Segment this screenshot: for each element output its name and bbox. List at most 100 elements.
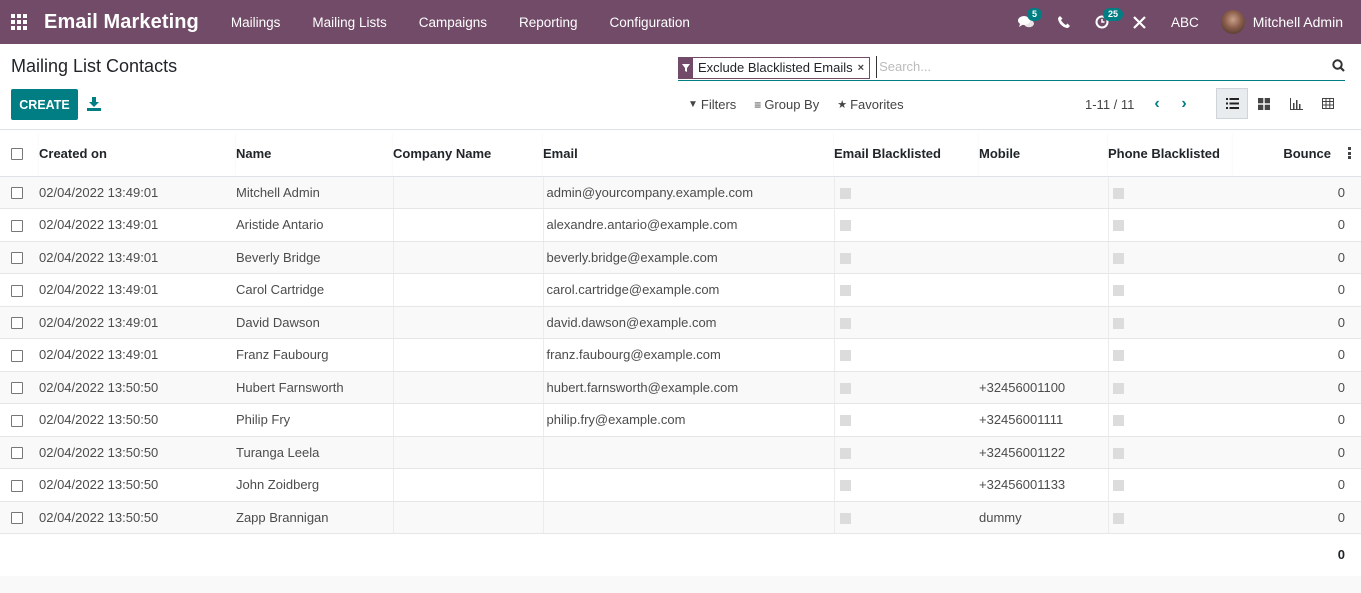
phone-button[interactable] <box>1045 0 1083 44</box>
kanban-view-button[interactable] <box>1248 88 1280 119</box>
column-name[interactable]: Name <box>236 131 393 177</box>
search-input[interactable] <box>876 55 1345 78</box>
table-row[interactable]: 02/04/2022 13:49:01 David Dawson david.daw… <box>0 306 1361 339</box>
menu-mailing-lists[interactable]: Mailing Lists <box>296 15 402 30</box>
cell-email <box>542 501 834 534</box>
cell-company-name <box>392 468 543 502</box>
chevron-left-icon: ‹ <box>1154 95 1160 112</box>
table-row[interactable]: 02/04/2022 13:49:01 Beverly Bridge beverly… <box>0 241 1361 274</box>
messages-badge: 5 <box>1026 8 1042 21</box>
apps-grid-icon[interactable] <box>11 13 29 31</box>
cell-name: Hubert Farnsworth <box>236 371 393 404</box>
table-row[interactable]: 02/04/2022 13:50:50 John Zoidberg +3245600… <box>0 468 1361 502</box>
star-icon: ★ <box>837 99 848 111</box>
cell-name: David Dawson <box>236 306 393 339</box>
email-blacklisted-checkbox <box>839 415 851 427</box>
phone-blacklisted-checkbox <box>1112 382 1124 394</box>
list-view-button[interactable] <box>1216 88 1248 119</box>
cell-company-name <box>392 436 543 469</box>
search-icon[interactable] <box>1332 59 1345 72</box>
row-checkbox[interactable] <box>11 382 23 395</box>
menu-configuration[interactable]: Configuration <box>594 15 706 30</box>
email-blacklisted-checkbox <box>839 220 851 232</box>
column-phone-blacklisted[interactable]: Phone Blacklisted <box>1108 131 1233 177</box>
cell-email: beverly.bridge@example.com <box>542 241 834 274</box>
menu-campaigns[interactable]: Campaigns <box>403 15 503 30</box>
cell-bounce: 0 <box>1233 436 1361 469</box>
email-blacklisted-checkbox <box>839 285 851 297</box>
optional-columns-icon[interactable] <box>1348 147 1352 161</box>
debug-tools-button[interactable] <box>1121 0 1159 44</box>
menu-mailings[interactable]: Mailings <box>215 15 297 30</box>
table-row[interactable]: 02/04/2022 13:49:01 Mitchell Admin admin@y… <box>0 176 1361 209</box>
cell-created-on: 02/04/2022 13:50:50 <box>39 436 236 469</box>
row-checkbox[interactable] <box>11 219 23 232</box>
row-checkbox[interactable] <box>11 187 23 200</box>
company-switcher[interactable]: ABC <box>1159 15 1221 30</box>
table-row[interactable]: 02/04/2022 13:50:50 Hubert Farnsworth hube… <box>0 371 1361 404</box>
pivot-table-icon <box>1322 98 1334 109</box>
cell-mobile <box>979 338 1108 372</box>
cell-bounce: 0 <box>1233 273 1361 307</box>
cell-mobile: +32456001100 <box>979 371 1108 404</box>
cell-created-on: 02/04/2022 13:49:01 <box>39 306 236 339</box>
cell-created-on: 02/04/2022 13:49:01 <box>39 241 236 274</box>
group-by-icon: ≡ <box>754 97 762 112</box>
column-bounce[interactable]: Bounce <box>1233 131 1361 177</box>
select-all-checkbox[interactable] <box>11 148 23 161</box>
pager-next-button[interactable]: › <box>1174 94 1194 114</box>
cell-email: philip.fry@example.com <box>542 403 834 437</box>
cell-name: Beverly Bridge <box>236 241 393 274</box>
group-by-button[interactable]: ≡ Group By <box>754 97 819 112</box>
row-checkbox[interactable] <box>11 479 23 492</box>
cell-name: Franz Faubourg <box>236 338 393 372</box>
table-row[interactable]: 02/04/2022 13:49:01 Carol Cartridge carol.… <box>0 273 1361 307</box>
table-row[interactable]: 02/04/2022 13:50:50 Philip Fry philip.fry@… <box>0 403 1361 437</box>
facet-remove-icon[interactable]: × <box>858 62 869 74</box>
download-icon[interactable] <box>87 97 101 111</box>
pivot-view-button[interactable] <box>1312 88 1344 119</box>
table-row[interactable]: 02/04/2022 13:49:01 Aristide Antario alexa… <box>0 208 1361 242</box>
phone-blacklisted-checkbox <box>1112 415 1124 427</box>
pager-previous-button[interactable]: ‹ <box>1147 94 1167 114</box>
cell-email: carol.cartridge@example.com <box>542 273 834 307</box>
favorites-button[interactable]: ★ Favorites <box>837 97 903 112</box>
app-title[interactable]: Email Marketing <box>44 11 199 34</box>
row-checkbox[interactable] <box>11 512 23 525</box>
column-company-name[interactable]: Company Name <box>393 131 543 177</box>
table-row[interactable]: 02/04/2022 13:50:50 Turanga Leela +3245600… <box>0 436 1361 469</box>
row-checkbox[interactable] <box>11 349 23 362</box>
phone-blacklisted-checkbox <box>1112 317 1124 329</box>
cell-email: hubert.farnsworth@example.com <box>542 371 834 404</box>
search-facet: Exclude Blacklisted Emails × <box>678 56 871 79</box>
cell-company-name <box>392 371 543 404</box>
menu-reporting[interactable]: Reporting <box>503 15 594 30</box>
cell-created-on: 02/04/2022 13:49:01 <box>39 176 236 209</box>
table-row[interactable]: 02/04/2022 13:49:01 Franz Faubourg franz.f… <box>0 338 1361 372</box>
row-checkbox[interactable] <box>11 284 23 297</box>
facet-label: Exclude Blacklisted Emails <box>698 60 853 75</box>
row-checkbox[interactable] <box>11 252 23 265</box>
pager-value[interactable]: 1-11 / 11 <box>1085 97 1134 112</box>
column-created-on[interactable]: Created on <box>39 131 236 177</box>
user-avatar[interactable] <box>1220 10 1245 34</box>
column-email[interactable]: Email <box>543 131 834 177</box>
activities-button[interactable]: 25 <box>1083 0 1123 44</box>
row-checkbox[interactable] <box>11 317 23 330</box>
table-row[interactable]: 02/04/2022 13:50:50 Zapp Brannigan dummy 0 <box>0 501 1361 534</box>
top-navbar: Email Marketing Mailings Mailing Lists C… <box>0 0 1361 44</box>
column-email-blacklisted[interactable]: Email Blacklisted <box>834 131 979 177</box>
cell-mobile <box>979 241 1108 274</box>
filters-button[interactable]: ▼ Filters <box>688 97 736 112</box>
cell-bounce: 0 <box>1233 501 1361 534</box>
messages-button[interactable]: 5 <box>1007 0 1045 44</box>
create-button[interactable]: CREATE <box>11 89 78 120</box>
graph-view-button[interactable] <box>1280 88 1312 119</box>
cell-created-on: 02/04/2022 13:50:50 <box>39 468 236 502</box>
column-mobile[interactable]: Mobile <box>979 131 1108 177</box>
phone-blacklisted-checkbox <box>1112 252 1124 264</box>
row-checkbox[interactable] <box>11 447 23 460</box>
row-checkbox[interactable] <box>11 414 23 427</box>
user-menu[interactable]: Mitchell Admin <box>1253 14 1343 30</box>
cell-bounce: 0 <box>1233 176 1361 209</box>
